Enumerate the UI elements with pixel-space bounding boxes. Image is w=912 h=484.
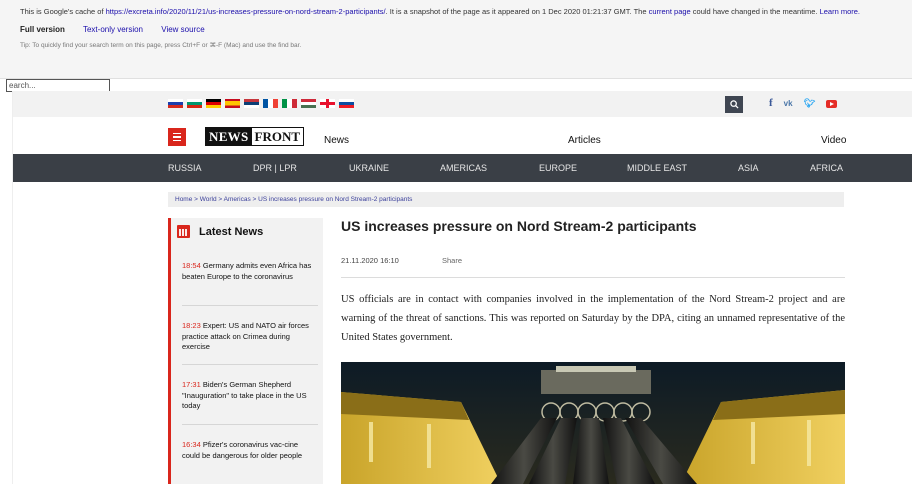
news-headline: Expert: US and NATO air forces practice … xyxy=(182,321,309,351)
cached-url-link[interactable]: https://excreta.info/2020/11/21/us-incre… xyxy=(106,7,386,16)
category-nav: RUSSIA DPR | LPR UKRAINE AMERICAS EUROPE… xyxy=(13,154,912,182)
full-version-label: Full version xyxy=(20,25,65,34)
learn-more-link[interactable]: Learn more. xyxy=(820,7,860,16)
breadcrumb[interactable]: Home > World > Americas > US increases p… xyxy=(168,192,844,207)
flag-germany-icon[interactable] xyxy=(206,99,221,108)
cache-version-links: Full version Text-only version View sour… xyxy=(20,25,912,34)
facebook-icon[interactable]: f xyxy=(769,97,773,110)
nav-asia[interactable]: ASIA xyxy=(738,163,759,173)
flag-bulgaria-icon[interactable] xyxy=(187,99,202,108)
logo-part-news: NEWS xyxy=(206,128,252,145)
divider xyxy=(182,424,318,425)
news-time: 17:31 xyxy=(182,380,201,389)
text-only-version-link[interactable]: Text-only version xyxy=(83,25,143,34)
list-item[interactable]: 18:54 Germany admits even Africa has bea… xyxy=(182,261,318,282)
header: NEWS FRONT News Articles Video xyxy=(13,117,912,154)
top-nav-news[interactable]: News xyxy=(324,135,349,146)
nav-africa[interactable]: AFRICA xyxy=(810,163,843,173)
language-bar: f vk 🐦︎ xyxy=(13,91,912,117)
logo-part-front: FRONT xyxy=(251,128,303,145)
nav-middle-east[interactable]: MIDDLE EAST xyxy=(627,163,687,173)
article: US increases pressure on Nord Stream-2 p… xyxy=(341,218,845,484)
nav-russia[interactable]: RUSSIA xyxy=(168,163,202,173)
divider xyxy=(182,364,318,365)
nav-americas[interactable]: AMERICAS xyxy=(440,163,487,173)
cache-suffix: . It is a snapshot of the page as it app… xyxy=(385,7,649,16)
list-item[interactable]: 17:31 Biden's German Shepherd "Inaugurat… xyxy=(182,380,318,412)
menu-button[interactable] xyxy=(168,128,186,146)
news-time: 16:34 xyxy=(182,440,201,449)
list-item[interactable]: 16:34 Pfizer's coronavirus vac-cine coul… xyxy=(182,440,318,461)
article-body: US officials are in contact with compani… xyxy=(341,294,845,343)
cache-banner: This is Google's cache of https://excret… xyxy=(0,0,912,79)
youtube-icon[interactable] xyxy=(826,99,838,108)
flag-italy-icon[interactable] xyxy=(282,99,297,108)
language-flags xyxy=(168,99,354,108)
share-button[interactable]: Share xyxy=(442,256,462,265)
nav-europe[interactable]: EUROPE xyxy=(539,163,577,173)
list-item[interactable]: 18:23 Expert: US and NATO air forces pra… xyxy=(182,321,318,353)
current-page-link[interactable]: current page xyxy=(649,7,691,16)
site-logo[interactable]: NEWS FRONT xyxy=(205,127,304,146)
article-image xyxy=(341,362,845,484)
latest-news-sidebar: Latest News 18:54 Germany admits even Af… xyxy=(168,218,323,484)
latest-news-header: Latest News xyxy=(177,225,263,238)
flag-hungary-icon[interactable] xyxy=(301,99,316,108)
nav-dpr-lpr[interactable]: DPR | LPR xyxy=(253,163,297,173)
calendar-icon xyxy=(177,225,190,238)
search-icon xyxy=(729,100,739,109)
vk-icon[interactable]: vk xyxy=(784,97,793,110)
pipeline-photo xyxy=(341,362,845,484)
flag-slovakia-icon[interactable] xyxy=(339,99,354,108)
news-headline: Biden's German Shepherd "Inauguration" t… xyxy=(182,380,307,410)
flag-france-icon[interactable] xyxy=(263,99,278,108)
divider xyxy=(341,277,845,278)
menu-icon-bar xyxy=(173,136,181,138)
flag-russia-icon[interactable] xyxy=(168,99,183,108)
latest-news-title: Latest News xyxy=(199,225,264,238)
flag-spain-icon[interactable] xyxy=(225,99,240,108)
top-nav-articles[interactable]: Articles xyxy=(568,135,601,146)
menu-icon-bar xyxy=(173,139,181,142)
flag-serbia-icon[interactable] xyxy=(244,99,259,108)
article-date: 21.11.2020 16:10 xyxy=(341,256,399,265)
top-nav-video[interactable]: Video xyxy=(821,135,846,146)
article-title: US increases pressure on Nord Stream-2 p… xyxy=(341,218,697,234)
menu-icon-bar xyxy=(173,132,181,135)
site-page: f vk 🐦︎ NEWS FRONT News Articles Video R… xyxy=(12,91,912,484)
news-headline: Germany admits even Africa has beaten Eu… xyxy=(182,261,312,281)
cache-notice: This is Google's cache of https://excret… xyxy=(20,7,912,16)
divider xyxy=(182,305,318,306)
flag-georgia-icon[interactable] xyxy=(320,99,335,108)
cache-tip: Tip: To quickly find your search term on… xyxy=(20,42,302,49)
news-time: 18:54 xyxy=(182,261,201,270)
site-search-button[interactable] xyxy=(725,96,743,113)
cache-suffix-2: could have changed in the meantime. xyxy=(690,7,820,16)
social-links: f vk 🐦︎ xyxy=(769,97,838,110)
twitter-icon[interactable]: 🐦︎ xyxy=(804,97,815,110)
news-time: 18:23 xyxy=(182,321,201,330)
cache-prefix: This is Google's cache of xyxy=(20,7,106,16)
view-source-link[interactable]: View source xyxy=(161,25,204,34)
nav-ukraine[interactable]: UKRAINE xyxy=(349,163,389,173)
